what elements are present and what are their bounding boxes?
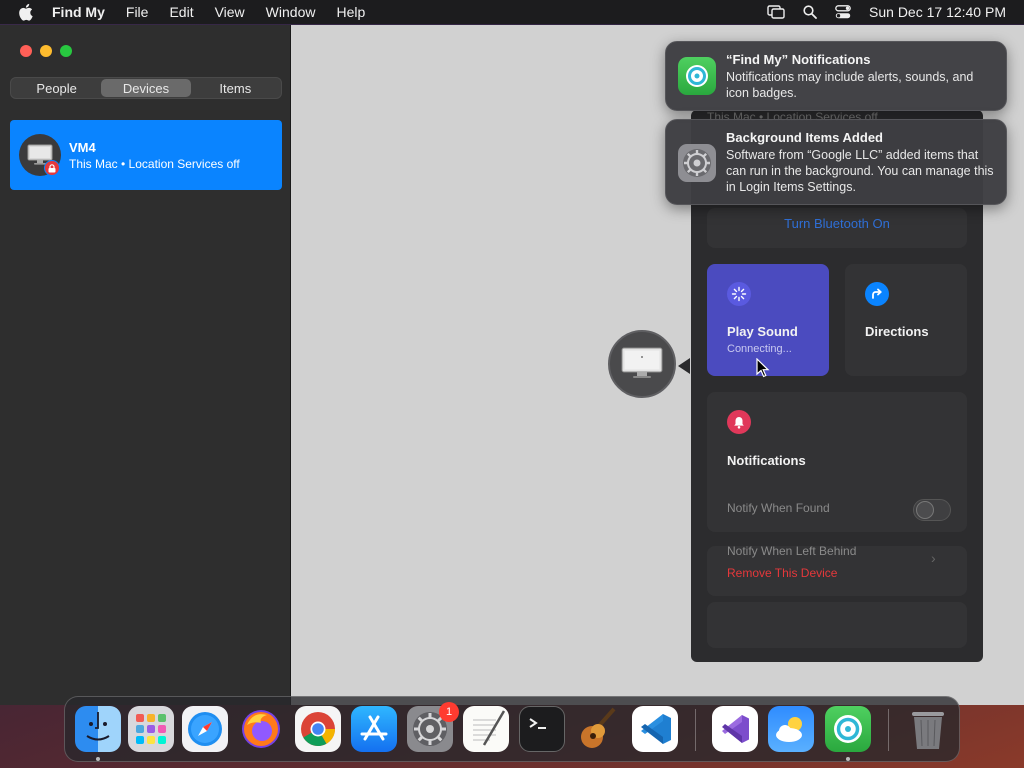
window-controls [20, 45, 72, 57]
vscode-icon[interactable] [632, 706, 678, 752]
chrome-icon[interactable] [295, 706, 341, 752]
dock-separator [695, 709, 696, 751]
running-indicator [846, 757, 850, 761]
play-sound-label: Play Sound [727, 324, 798, 339]
garageband-icon[interactable] [575, 706, 621, 752]
notifications-heading: Notifications [727, 453, 806, 468]
device-name: VM4 [69, 140, 96, 155]
minimize-window-button[interactable] [40, 45, 52, 57]
notify-when-left-behind-label[interactable]: Notify When Left Behind [727, 544, 856, 558]
bluetooth-card: Turn Bluetooth On [707, 208, 967, 248]
tab-devices[interactable]: Devices [101, 79, 191, 97]
notification-badge: 1 [439, 702, 459, 722]
dock-separator [888, 709, 889, 751]
menu-window[interactable]: Window [266, 4, 316, 20]
menu-file[interactable]: File [126, 4, 149, 20]
map-pin-pointer [678, 358, 690, 374]
device-list-item[interactable]: VM4 This Mac • Location Services off [10, 120, 282, 190]
lock-icon [44, 160, 60, 176]
textedit-icon[interactable] [463, 706, 509, 752]
empty-card [707, 602, 967, 648]
mouse-cursor-icon [756, 357, 770, 383]
close-window-button[interactable] [20, 45, 32, 57]
toggle-knob [916, 501, 934, 519]
apple-icon[interactable] [18, 3, 36, 21]
notify-when-found-toggle[interactable] [913, 499, 951, 521]
directions-arrow-icon [865, 282, 889, 306]
banner-title: Background Items Added [726, 130, 883, 145]
visual-studio-icon[interactable] [712, 706, 758, 752]
find-my-notification-banner[interactable]: “Find My” Notifications Notifications ma… [665, 41, 1007, 111]
play-sound-icon [727, 282, 751, 306]
directions-label: Directions [865, 324, 929, 339]
play-sound-status: Connecting... [727, 343, 792, 355]
menu-help[interactable]: Help [336, 4, 365, 20]
menu-bar: Find My File Edit View Window Help Sun D… [0, 0, 1024, 24]
control-center-icon[interactable] [835, 5, 851, 19]
banner-body: Software from “Google LLC” added items t… [726, 148, 994, 194]
menu-clock[interactable]: Sun Dec 17 12:40 PM [869, 4, 1006, 20]
directions-button[interactable]: Directions [845, 264, 967, 376]
menu-edit[interactable]: Edit [169, 4, 193, 20]
banner-body: Notifications may include alerts, sounds… [726, 70, 974, 100]
find-my-app-icon [678, 57, 716, 95]
notify-when-found-label: Notify When Found [727, 501, 830, 515]
sidebar: People Devices Items VM4 This Mac • Loca… [0, 25, 291, 705]
terminal-icon[interactable] [519, 706, 565, 752]
device-status: This Mac • Location Services off [69, 157, 240, 171]
weather-icon[interactable] [768, 706, 814, 752]
finder-icon[interactable] [75, 706, 121, 752]
bell-icon [727, 410, 751, 434]
safari-icon[interactable] [182, 706, 228, 752]
banner-title: “Find My” Notifications [726, 52, 871, 67]
category-tabs: People Devices Items [10, 77, 282, 99]
device-map-pin[interactable] [608, 330, 676, 398]
screen-mirroring-icon[interactable] [767, 5, 785, 19]
remove-device-button[interactable]: Remove This Device [727, 566, 837, 580]
menu-app-name[interactable]: Find My [52, 4, 105, 20]
turn-bluetooth-on-link[interactable]: Turn Bluetooth On [707, 216, 967, 231]
launchpad-icon[interactable] [128, 706, 174, 752]
tab-people[interactable]: People [12, 79, 101, 97]
maximize-window-button[interactable] [60, 45, 72, 57]
tab-items[interactable]: Items [191, 79, 280, 97]
system-settings-icon [678, 144, 716, 182]
find-my-icon[interactable] [825, 706, 871, 752]
menu-view[interactable]: View [215, 4, 245, 20]
dock [64, 696, 960, 762]
app-store-icon[interactable] [351, 706, 397, 752]
running-indicator [96, 757, 100, 761]
spotlight-search-icon[interactable] [803, 5, 817, 19]
firefox-icon[interactable] [238, 706, 284, 752]
trash-icon[interactable] [905, 706, 951, 752]
chevron-right-icon: › [931, 550, 936, 566]
background-items-banner[interactable]: Background Items Added Software from “Go… [665, 119, 1007, 205]
